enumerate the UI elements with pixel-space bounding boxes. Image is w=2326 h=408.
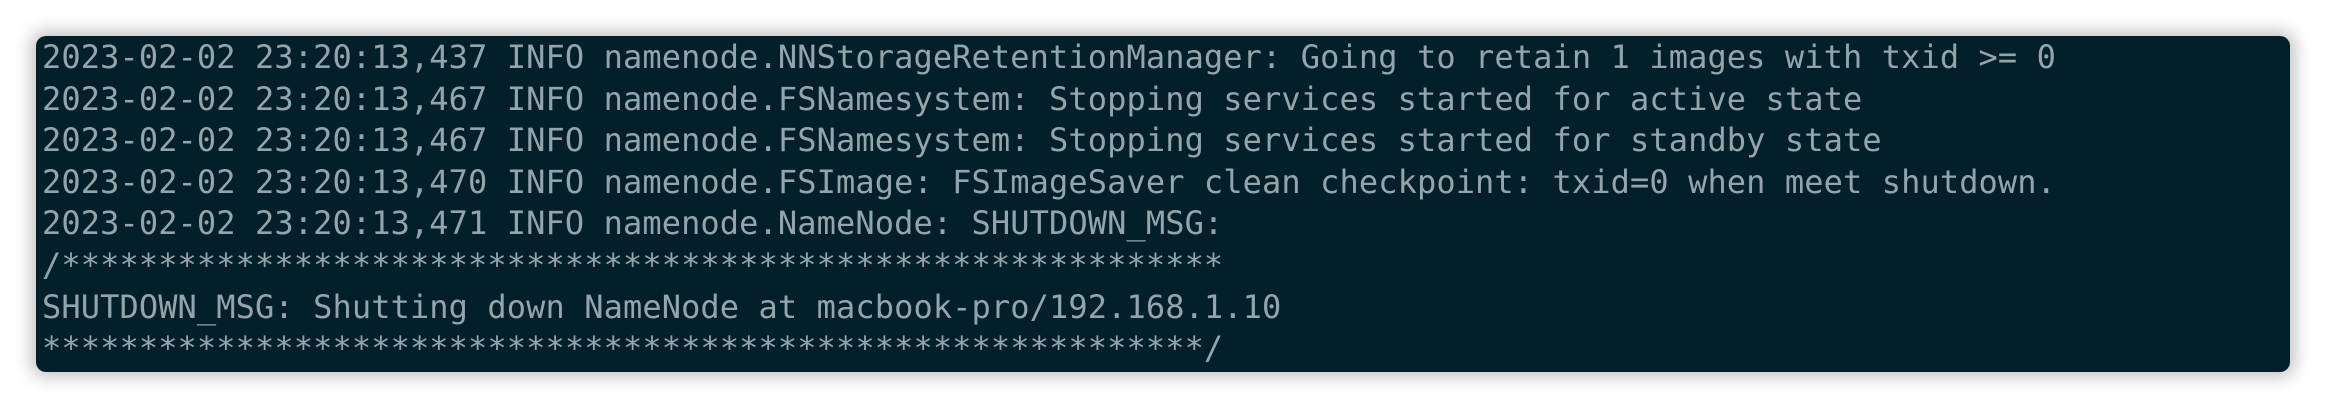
log-line: 2023-02-02 23:20:13,467 INFO namenode.FS… — [42, 121, 1882, 160]
log-line: SHUTDOWN_MSG: Shutting down NameNode at … — [42, 287, 1282, 326]
log-line: 2023-02-02 23:20:13,437 INFO namenode.NN… — [42, 38, 2057, 76]
log-output[interactable]: 2023-02-02 23:20:13,437 INFO namenode.NN… — [42, 37, 2290, 370]
log-line: 2023-02-02 23:20:13,471 INFO namenode.Na… — [42, 204, 1224, 243]
terminal-output-panel: 2023-02-02 23:20:13,437 INFO namenode.NN… — [36, 36, 2290, 372]
log-line: 2023-02-02 23:20:13,467 INFO namenode.FS… — [42, 79, 1863, 118]
log-line: 2023-02-02 23:20:13,470 INFO namenode.FS… — [42, 162, 2057, 201]
log-line: /***************************************… — [42, 245, 1224, 284]
log-line: ****************************************… — [42, 329, 1224, 368]
